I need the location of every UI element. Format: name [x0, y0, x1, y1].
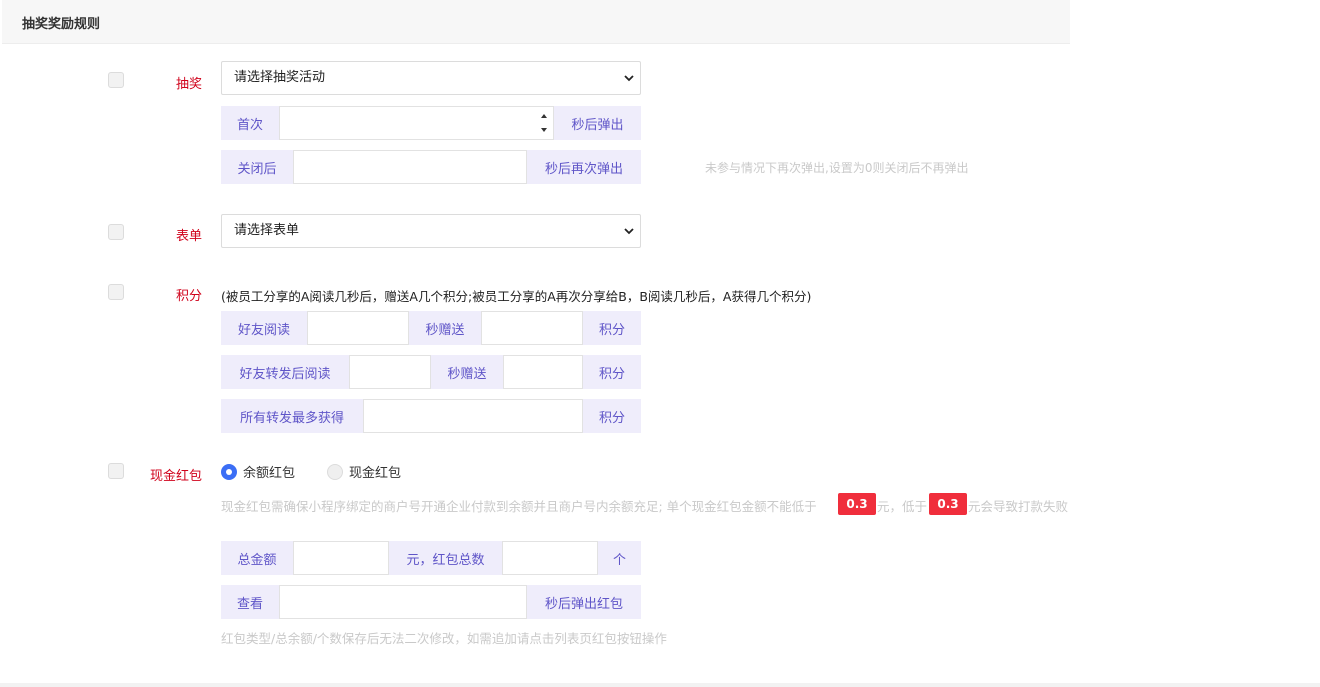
packet-count-input[interactable]: [502, 541, 598, 575]
forward-read-prefix: 好友转发后阅读: [221, 355, 349, 389]
panel-header: 抽奖奖励规则: [2, 0, 1070, 44]
close-popup-hint: 未参与情况下再次弹出,设置为0则关闭后不再弹出: [705, 161, 969, 175]
forward-read-suffix: 积分: [583, 355, 641, 389]
first-popup-prefix: 首次: [221, 106, 279, 140]
forward-read-points-input[interactable]: [503, 355, 583, 389]
radio-balance-label: 余额红包: [243, 466, 296, 481]
min-amount-badge-2: 0.3: [929, 493, 967, 515]
friend-read-prefix: 好友阅读: [221, 311, 307, 345]
form-checkbox[interactable]: [108, 224, 124, 240]
packet-count-suffix: 个: [598, 541, 641, 575]
lottery-select-value: 请选择抽奖活动: [234, 70, 326, 85]
lottery-checkbox[interactable]: [108, 72, 124, 88]
close-popup-group: 关闭后 秒后再次弹出: [221, 150, 641, 184]
total-amount-mid: 元，红包总数: [389, 541, 502, 575]
form-label: 表单: [175, 229, 202, 244]
number-spinner-icon[interactable]: [539, 110, 549, 136]
friend-read-points-input[interactable]: [481, 311, 583, 345]
form-select[interactable]: 请选择表单: [221, 214, 641, 248]
points-checkbox[interactable]: [108, 284, 124, 300]
radio-cash[interactable]: 现金红包: [327, 462, 401, 481]
cash-label: 现金红包: [149, 469, 202, 484]
bottom-divider: [0, 683, 1320, 687]
max-points-input[interactable]: [363, 399, 583, 433]
lottery-select[interactable]: 请选择抽奖活动: [221, 61, 641, 95]
close-popup-suffix: 秒后再次弹出: [527, 150, 641, 184]
cash-notice-part1: 现金红包需确保小程序绑定的商户号开通企业付款到余额并且商户号内余额充足; 单个现…: [221, 499, 817, 514]
radio-unchecked-icon: [327, 463, 343, 480]
view-suffix: 秒后弹出红包: [527, 585, 641, 619]
radio-balance[interactable]: 余额红包: [221, 462, 295, 481]
cash-checkbox[interactable]: [108, 463, 124, 479]
friend-read-suffix: 积分: [583, 311, 641, 345]
cash-view-group: 查看 秒后弹出红包: [221, 585, 641, 619]
points-row-friend-read: 好友阅读 秒赠送 积分: [221, 311, 641, 345]
max-points-prefix: 所有转发最多获得: [221, 399, 363, 433]
close-popup-input[interactable]: [293, 150, 527, 184]
cash-notice-part2: 元，低于: [877, 499, 928, 514]
lottery-label: 抽奖: [175, 77, 202, 92]
view-prefix: 查看: [221, 585, 279, 619]
points-row-forward-read: 好友转发后阅读 秒赠送 积分: [221, 355, 641, 389]
points-label: 积分: [175, 289, 202, 304]
close-popup-prefix: 关闭后: [221, 150, 293, 184]
panel-title: 抽奖奖励规则: [22, 17, 101, 32]
forward-read-seconds-input[interactable]: [349, 355, 431, 389]
total-amount-prefix: 总金额: [221, 541, 293, 575]
form-select-value: 请选择表单: [234, 223, 300, 238]
first-popup-suffix: 秒后弹出: [554, 106, 641, 140]
cash-notice-part3: 元会导致打款失败: [968, 499, 1069, 514]
points-row-max: 所有转发最多获得 积分: [221, 399, 641, 433]
chevron-down-icon: [624, 228, 634, 235]
cash-footer-hint: 红包类型/总余额/个数保存后无法二次修改，如需追加请点击列表页红包按钮操作: [221, 631, 667, 646]
forward-read-mid: 秒赠送: [431, 355, 503, 389]
chevron-down-icon: [624, 75, 634, 82]
radio-cash-label: 现金红包: [349, 466, 402, 481]
view-seconds-input[interactable]: [279, 585, 527, 619]
friend-read-seconds-input[interactable]: [307, 311, 409, 345]
cash-total-group: 总金额 元，红包总数 个: [221, 541, 641, 575]
first-popup-group: 首次 秒后弹出: [221, 106, 641, 140]
total-amount-input[interactable]: [293, 541, 389, 575]
min-amount-badge-1: 0.3: [838, 493, 876, 515]
max-points-suffix: 积分: [583, 399, 641, 433]
friend-read-mid: 秒赠送: [409, 311, 481, 345]
first-popup-input[interactable]: [279, 106, 554, 140]
radio-checked-icon: [221, 463, 237, 480]
points-description: (被员工分享的A阅读几秒后，赠送A几个积分;被员工分享的A再次分享给B，B阅读几…: [221, 289, 812, 304]
